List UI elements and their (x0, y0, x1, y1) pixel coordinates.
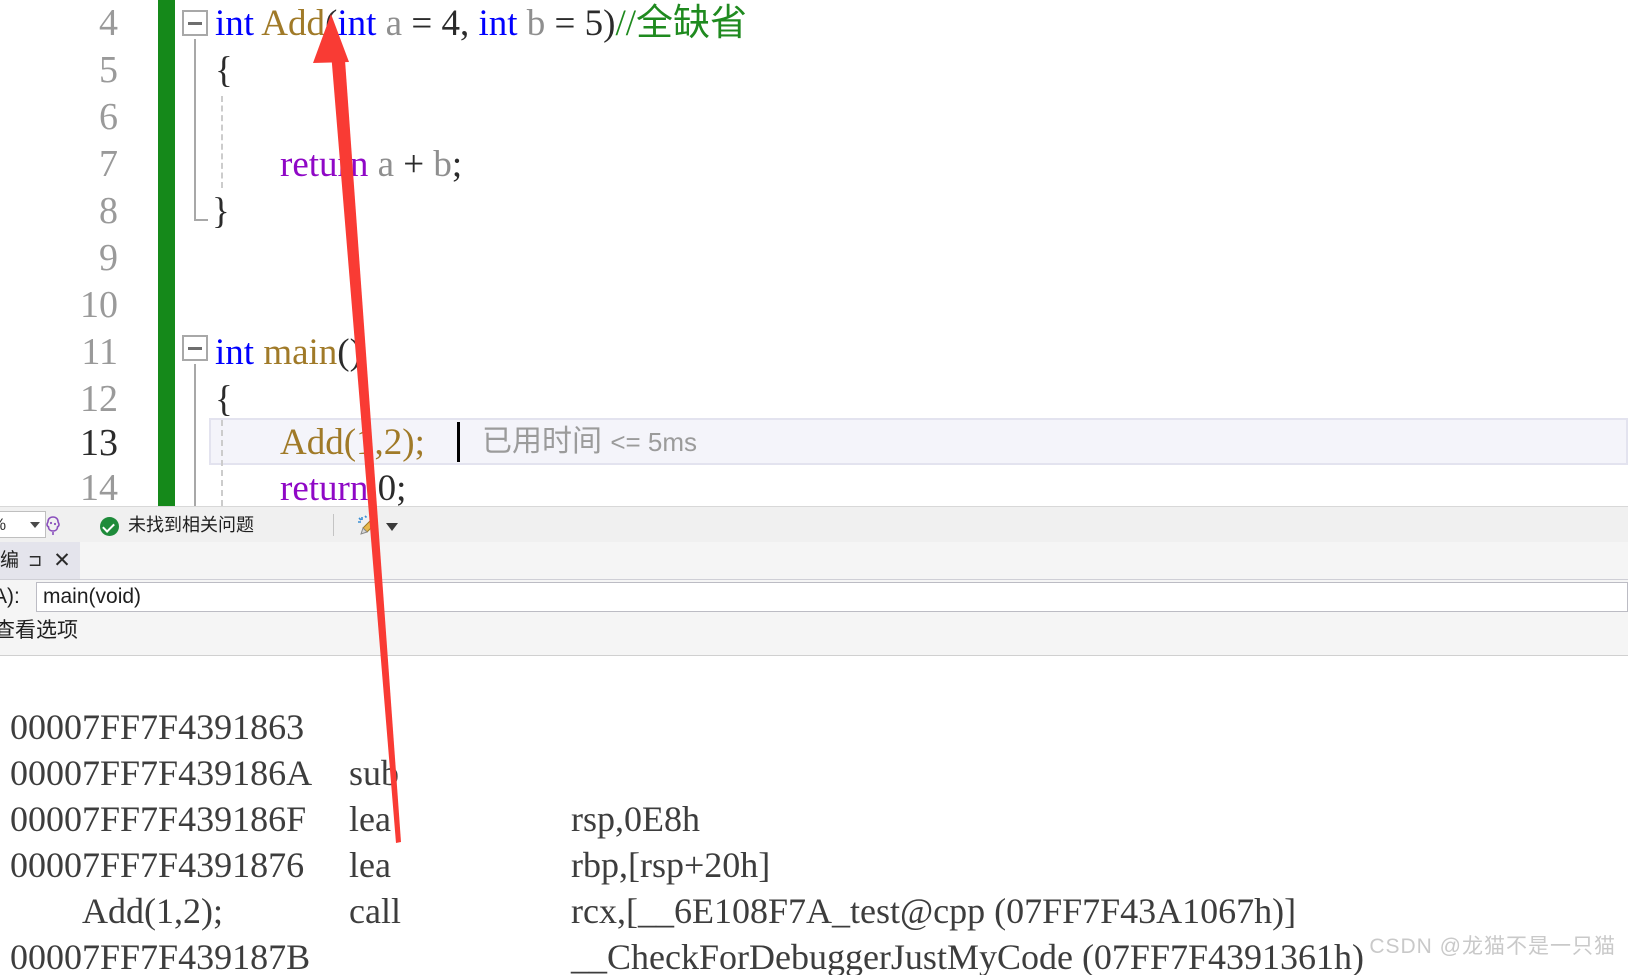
line-number: 9 (99, 237, 118, 279)
text-caret (457, 422, 460, 462)
code-line-5: { (215, 47, 233, 94)
address-label: (A): (0, 585, 20, 608)
close-icon[interactable]: ✕ (52, 550, 72, 571)
paren-open: ( (325, 3, 338, 44)
editor-line: 9 (0, 235, 1628, 282)
parens: () (337, 332, 362, 373)
line-number: 10 (80, 284, 118, 326)
check-circle-icon (100, 517, 119, 536)
scope-bracket-foot-add (194, 219, 208, 221)
scope-bracket-add (194, 39, 196, 221)
disassembly-tool-window: 编 ⊐ ✕ (A): main(void) 查看选项 00007FF7F4391… (0, 542, 1628, 975)
param-a: a (385, 3, 403, 44)
collapse-toggle-main[interactable] (182, 335, 208, 361)
equals: = (554, 3, 576, 44)
code-line-8: } (212, 188, 230, 235)
code-line-4: int Add(int a = 4, int b = 5)//全缺省 (215, 0, 747, 47)
keyword-return: return (280, 468, 369, 506)
semicolon: ; (451, 144, 463, 185)
function-name-main: main (263, 332, 338, 373)
param-b: b (526, 3, 546, 44)
disassembly-row: 00007FF7F439187B mov edx,2 (0, 888, 1628, 975)
comma: , (459, 3, 470, 44)
editor-line: 12 (0, 376, 1628, 423)
line-number: 6 (99, 96, 118, 138)
line-number: 14 (80, 467, 118, 506)
line-number: 5 (99, 49, 118, 91)
elapsed-time-label: 已用时间 (482, 425, 602, 458)
brace-open: { (215, 379, 233, 420)
disassembly-row: 00007FF7F4391863 sub rsp,0E8h (0, 658, 1628, 839)
line-number: 8 (99, 190, 118, 232)
brace-open: { (215, 50, 233, 91)
equals: = (411, 3, 433, 44)
keyword-int: int (478, 3, 518, 44)
operator-plus: + (403, 144, 425, 185)
chevron-down-icon[interactable] (386, 523, 398, 531)
call-add: Add(1,2); (280, 422, 425, 463)
line-number-current: 13 (80, 422, 118, 464)
code-line-12: { (215, 376, 233, 423)
code-line-14: return 0; (280, 465, 406, 506)
keyword-int: int (215, 332, 255, 373)
line-number: 4 (99, 2, 118, 44)
var-a: a (377, 144, 395, 185)
pin-icon[interactable]: ⊐ (28, 552, 46, 570)
editor-line: 7 (0, 141, 1628, 188)
zoom-level-value: % (0, 515, 6, 534)
tool-window-tab-label: 编 (0, 550, 20, 571)
editor-line: 8 (0, 188, 1628, 235)
disassembly-row: 00007FF7F4391876 call __CheckForDebugger… (0, 796, 1628, 975)
indent-guide (221, 96, 223, 188)
editor-status-bar: % 未找到相关问题 (0, 506, 1628, 542)
brace-close: } (212, 191, 230, 232)
comment: //全缺省 (615, 3, 748, 44)
view-options-label[interactable]: 查看选项 (0, 614, 78, 648)
tool-window-tab-strip: 编 ⊐ ✕ (0, 542, 1628, 580)
instruction-operands: __CheckForDebuggerJustMyCode (07FF7F4391… (571, 937, 1364, 975)
disassembly-source-row: Add(1,2); (0, 842, 1628, 931)
elapsed-time-hint: 已用时间 <= 5ms (482, 418, 697, 465)
return-value: 0 (377, 468, 397, 506)
change-indicator-bar (158, 0, 175, 506)
default-value-5: 5 (584, 3, 604, 44)
paren-close: ) (603, 3, 616, 44)
chevron-down-icon[interactable] (30, 522, 40, 528)
line-number: 11 (81, 331, 118, 373)
status-separator (333, 514, 334, 536)
line-number: 7 (99, 143, 118, 185)
disassembly-row: 00007FF7F439186F lea rcx,[__6E108F7A_tes… (0, 750, 1628, 931)
default-value-4: 4 (441, 3, 460, 44)
var-b: b (433, 144, 452, 185)
code-line-7: return a + b; (280, 141, 462, 188)
address-input[interactable]: main(void) (36, 582, 1628, 612)
code-line-13: Add(1,2); (280, 419, 425, 466)
collapse-toggle-add[interactable] (182, 10, 208, 36)
keyword-int: int (337, 3, 377, 44)
scope-bracket-main (194, 364, 196, 506)
keyword-return: return (280, 144, 369, 185)
disassembly-row: 00007FF7F439186A lea rbp,[rsp+20h] (0, 704, 1628, 885)
editor-line: 14 (0, 465, 1628, 506)
code-editor[interactable]: 4 5 6 7 8 9 10 11 12 13 14 int Add(int a… (0, 0, 1628, 506)
status-message: 未找到相关问题 (128, 515, 254, 535)
disassembly-toolbar: (A): main(void) (0, 580, 1628, 614)
address-input-value: main(void) (43, 585, 142, 608)
indent-guide (221, 420, 223, 506)
watermark: CSDN @龙猫不是一只猫 (1369, 935, 1616, 958)
function-name-add: Add (261, 3, 326, 44)
instruction-address: 00007FF7F439187B (10, 937, 311, 975)
intellicode-brain-icon[interactable] (42, 515, 64, 537)
editor-line: 5 (0, 47, 1628, 94)
elapsed-time-value: <= 5ms (610, 427, 698, 457)
code-line-11: int main() (215, 329, 362, 376)
brush-icon[interactable] (356, 515, 380, 537)
editor-line: 10 (0, 282, 1628, 329)
keyword-int: int (215, 3, 255, 44)
editor-line: 6 (0, 94, 1628, 141)
disassembly-list[interactable]: 00007FF7F4391863 sub rsp,0E8h 00007FF7F4… (0, 655, 1628, 975)
semicolon: ; (396, 468, 407, 506)
line-number: 12 (80, 378, 118, 420)
